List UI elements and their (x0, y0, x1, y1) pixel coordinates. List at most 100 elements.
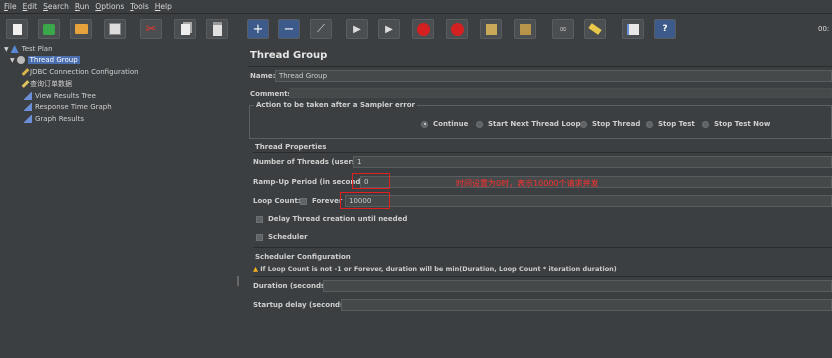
reset-search-button[interactable] (584, 19, 606, 39)
test-plan-icon (10, 45, 19, 53)
function-helper-icon (627, 23, 639, 35)
scheduler-checkbox[interactable]: Scheduler (256, 233, 308, 241)
tree-item-test-plan[interactable]: ▼ Test Plan (4, 44, 53, 54)
save-button[interactable] (104, 19, 126, 39)
name-label: Name: (250, 72, 276, 80)
search-icon: ∞ (558, 23, 568, 35)
menu-run[interactable]: Run (75, 2, 89, 11)
templates-button[interactable] (38, 19, 60, 39)
start-no-pause-button[interactable]: ▶ (378, 19, 400, 39)
comments-input[interactable] (289, 88, 832, 98)
cut-button[interactable]: ✂ (140, 19, 162, 39)
open-icon (74, 24, 88, 34)
paste-button[interactable] (206, 19, 228, 39)
clear-button[interactable] (480, 19, 502, 39)
tree-item-jdbc-config[interactable]: JDBC Connection Configuration (21, 67, 139, 77)
radio-stop-test[interactable]: Stop Test (646, 120, 695, 128)
checkbox-icon (300, 197, 307, 205)
checkbox-icon (256, 215, 263, 223)
divider (248, 66, 832, 67)
elapsed-time: 00: (818, 25, 830, 33)
startup-delay-input[interactable] (341, 299, 832, 311)
sampler-error-title: Action to be taken after a Sampler error (254, 101, 417, 109)
scheduler-warning: ▲ If Loop Count is not -1 or Forever, du… (253, 265, 617, 273)
paste-icon (212, 22, 222, 36)
help-icon: ? (662, 24, 668, 34)
start-icon: ▶ (353, 23, 361, 35)
radio-dot-icon (646, 120, 653, 128)
forever-checkbox[interactable]: Forever (300, 197, 342, 205)
wrench-icon (21, 68, 30, 76)
collapse-button[interactable]: − (278, 19, 300, 39)
search-button[interactable]: ∞ (552, 19, 574, 39)
collapse-arrow-icon[interactable]: ▼ (4, 46, 9, 53)
clear-all-icon (519, 23, 531, 35)
menu-file[interactable]: File (4, 2, 17, 11)
stop-button[interactable] (412, 19, 434, 39)
new-button[interactable] (6, 19, 28, 39)
collapse-icon: − (283, 21, 295, 37)
tree-item-thread-group[interactable]: ▼ Thread Group (10, 55, 80, 65)
cut-icon: ✂ (145, 21, 157, 37)
shutdown-button[interactable] (446, 19, 468, 39)
duration-input[interactable] (323, 280, 832, 292)
start-no-pause-icon: ▶ (385, 23, 393, 35)
tree-item-view-results-tree[interactable]: View Results Tree (24, 91, 96, 101)
menu-bar: File Edit Search Run Options Tools Help (0, 0, 832, 14)
toolbar: ✂ + − ⟋ ▶ ▶ ∞ ? 00: (0, 14, 832, 45)
templates-icon (43, 23, 55, 35)
radio-continue[interactable]: Continue (421, 120, 468, 128)
radio-stop-thread[interactable]: Stop Thread (580, 120, 640, 128)
loop-count-input[interactable]: 10000 (345, 195, 832, 207)
annotation-box-rampup (352, 173, 390, 189)
tree-item-query-orders[interactable]: 查询订单数据 (21, 79, 72, 89)
radio-dot-icon (580, 120, 587, 128)
menu-help[interactable]: Help (155, 2, 172, 11)
threads-input[interactable]: 1 (353, 156, 832, 168)
stop-icon (416, 22, 430, 36)
clear-all-button[interactable] (514, 19, 536, 39)
radio-start-next-loop[interactable]: Start Next Thread Loop (476, 120, 580, 128)
radio-dot-icon (476, 120, 483, 128)
startup-delay-label: Startup delay (seconds) (253, 301, 348, 309)
graph-icon (24, 103, 32, 111)
radio-dot-icon (702, 120, 709, 128)
comments-label: Comments: (250, 90, 295, 98)
duration-label: Duration (seconds) (253, 282, 329, 290)
open-button[interactable] (70, 19, 92, 39)
menu-search[interactable]: Search (43, 2, 69, 11)
start-button[interactable]: ▶ (346, 19, 368, 39)
expand-icon: + (252, 21, 264, 37)
split-grip[interactable] (237, 276, 239, 286)
help-button[interactable]: ? (654, 19, 676, 39)
tree-item-graph-results[interactable]: Graph Results (24, 114, 84, 124)
divider (253, 152, 832, 153)
name-input[interactable]: Thread Group (275, 70, 832, 82)
annotation-text: 时间设置为0时，表示10000个请求并发 (456, 179, 599, 188)
new-icon (12, 23, 22, 35)
menu-tools[interactable]: Tools (130, 2, 148, 11)
annotation-box-loop (340, 192, 390, 209)
radio-stop-test-now[interactable]: Stop Test Now (702, 120, 770, 128)
menu-edit[interactable]: Edit (23, 2, 38, 11)
graph-icon (24, 92, 32, 100)
delay-thread-checkbox[interactable]: Delay Thread creation until needed (256, 215, 407, 223)
threads-label: Number of Threads (users): (253, 158, 363, 166)
toggle-button[interactable]: ⟋ (310, 19, 332, 39)
expand-button[interactable]: + (247, 19, 269, 39)
thread-properties-title: Thread Properties (255, 143, 327, 151)
gear-icon (16, 56, 25, 64)
tree-item-response-time-graph[interactable]: Response Time Graph (24, 102, 112, 112)
collapse-arrow-icon[interactable]: ▼ (10, 57, 15, 64)
copy-icon (180, 23, 190, 35)
pencil-icon (21, 80, 30, 88)
copy-button[interactable] (174, 19, 196, 39)
graph-icon (24, 115, 32, 123)
function-helper-button[interactable] (622, 19, 644, 39)
divider (253, 247, 832, 248)
clear-icon (485, 23, 497, 35)
shutdown-icon (450, 22, 464, 36)
checkbox-icon (256, 233, 263, 241)
reset-search-icon (588, 23, 602, 35)
menu-options[interactable]: Options (95, 2, 124, 11)
